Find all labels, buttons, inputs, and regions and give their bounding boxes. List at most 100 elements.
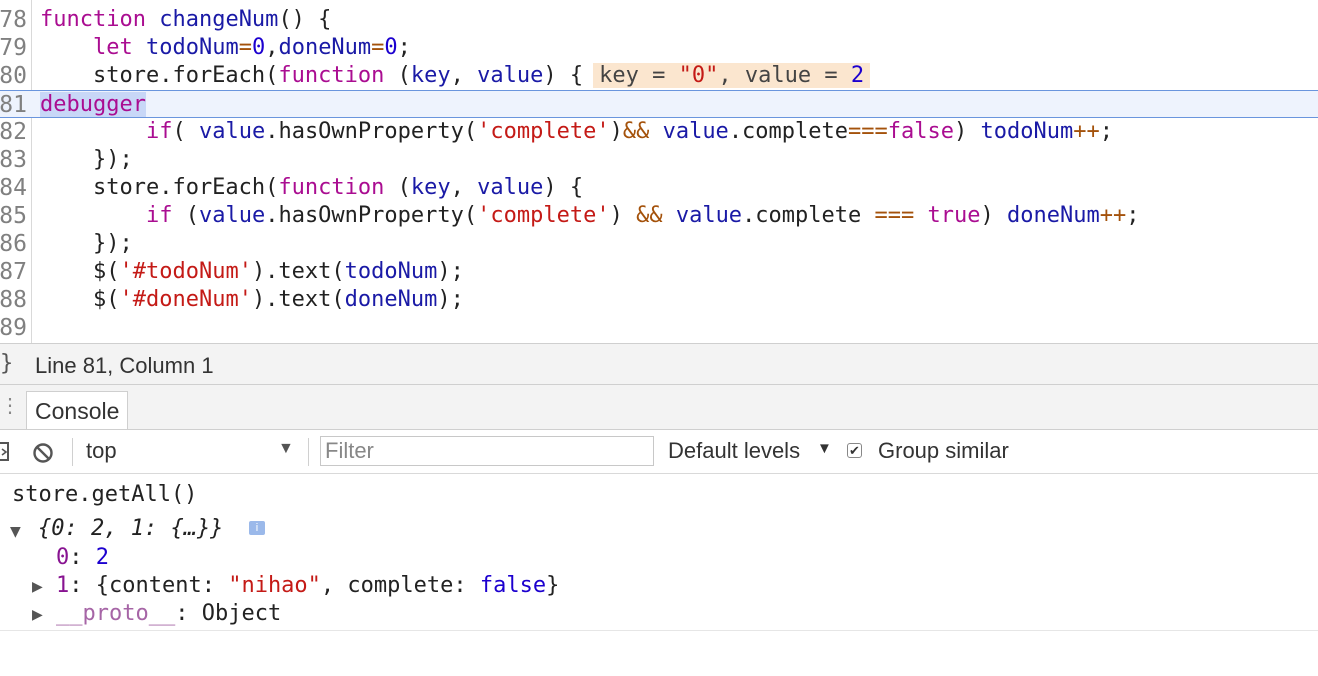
filter-input[interactable]: Filter xyxy=(320,436,654,466)
property-colon: : xyxy=(69,573,96,598)
line-code: function changeNum() { xyxy=(40,6,331,34)
group-similar-checkbox[interactable]: ✔ xyxy=(847,443,862,458)
code-line[interactable]: 78 function changeNum() { xyxy=(0,6,1318,34)
line-code: store.forEach(function (key, value) {key… xyxy=(40,62,871,90)
code-token: , xyxy=(450,175,478,200)
code-token: ; xyxy=(1099,119,1113,144)
object-preview-close: } xyxy=(546,573,560,598)
code-line[interactable]: 85 if (value.hasOwnProperty('complete') … xyxy=(0,202,1318,230)
line-number[interactable]: 87 xyxy=(0,258,27,286)
code-token: ) xyxy=(609,203,637,228)
sidebar-toggle-icon[interactable] xyxy=(0,442,10,467)
complete-value: false xyxy=(479,573,547,598)
code-token: 'complete' xyxy=(477,203,610,228)
object-preview-open: {content: xyxy=(95,573,229,598)
inline-variable-values: key = "0", value = 2 xyxy=(593,63,871,88)
levels-dropdown-arrow-icon[interactable]: ▼ xyxy=(817,440,832,457)
context-dropdown-arrow-icon[interactable]: ▼ xyxy=(278,440,294,458)
code-token: let xyxy=(92,35,133,60)
code-line[interactable]: 83 }); xyxy=(0,146,1318,174)
code-token: }); xyxy=(40,231,133,256)
code-token: if xyxy=(145,203,173,228)
code-token: changeNum xyxy=(159,7,279,32)
code-token: doneNum xyxy=(1007,203,1100,228)
code-line[interactable]: 82 if( value.hasOwnProperty('complete')&… xyxy=(0,118,1318,146)
code-line[interactable]: 89 xyxy=(0,314,1318,342)
cursor-position: Line 81, Column 1 xyxy=(35,353,214,378)
pretty-print-brace-icon[interactable]: } xyxy=(0,351,13,376)
inline-value-part: 2 xyxy=(850,63,865,88)
line-code: if( value.hasOwnProperty('complete')&& v… xyxy=(40,118,1113,146)
line-number[interactable]: 88 xyxy=(0,286,27,314)
object-preview-mid: , complete: xyxy=(320,573,480,598)
property-key: __proto__ xyxy=(56,601,176,626)
line-number[interactable]: 86 xyxy=(0,230,27,258)
code-line[interactable]: 88 $('#doneNum').text(doneNum); xyxy=(0,286,1318,314)
line-number[interactable]: 78 xyxy=(0,6,27,34)
code-token: false xyxy=(887,119,955,144)
code-token: todoNum xyxy=(980,119,1074,144)
property-value: Object xyxy=(201,601,282,626)
line-number[interactable]: 85 xyxy=(0,202,27,230)
code-line[interactable]: 86 }); xyxy=(0,230,1318,258)
property-value: 2 xyxy=(95,545,109,570)
inline-value-part: key = xyxy=(599,63,679,88)
info-icon[interactable]: i xyxy=(249,521,265,535)
code-token: value xyxy=(477,175,544,200)
code-token: .hasOwnProperty( xyxy=(265,119,478,144)
code-token: , xyxy=(450,63,478,88)
code-token: = xyxy=(371,35,385,60)
code-token: ( xyxy=(172,119,199,144)
code-line[interactable]: 79 let todoNum=0,doneNum=0; xyxy=(0,34,1318,62)
line-number[interactable]: 80 xyxy=(0,62,27,90)
clear-console-icon[interactable] xyxy=(32,442,54,469)
code-token: ; xyxy=(397,35,411,60)
expand-property-icon[interactable]: ▶ xyxy=(32,579,43,595)
line-number[interactable]: 83 xyxy=(0,146,27,174)
code-token: }); xyxy=(40,147,133,172)
code-token: ); xyxy=(437,287,464,312)
code-token: 'complete' xyxy=(477,119,610,144)
code-token: .hasOwnProperty( xyxy=(265,203,478,228)
code-line[interactable]: 84 store.forEach(function (key, value) { xyxy=(0,174,1318,202)
toolbar-divider xyxy=(308,438,309,466)
line-number[interactable]: 81 xyxy=(0,91,27,119)
line-number[interactable]: 89 xyxy=(0,314,27,342)
code-token: ) xyxy=(954,119,981,144)
line-number[interactable]: 79 xyxy=(0,34,27,62)
line-code: debugger xyxy=(40,91,146,119)
expand-object-icon[interactable]: ▼ xyxy=(10,524,21,540)
code-token: = xyxy=(238,35,252,60)
property-colon: : xyxy=(175,601,202,626)
execution-context-select[interactable]: top xyxy=(86,438,117,464)
code-token: && xyxy=(622,119,650,144)
code-token: value xyxy=(198,203,266,228)
code-token: doneNum xyxy=(344,287,438,312)
tab-console[interactable]: Console xyxy=(26,391,129,429)
expand-proto-icon[interactable]: ▶ xyxy=(32,607,43,623)
group-similar-label: Group similar xyxy=(878,438,1009,463)
line-number[interactable]: 84 xyxy=(0,174,27,202)
drawer-menu-icon[interactable]: ⋮ xyxy=(0,393,20,418)
console-toolbar: top ▼ Filter Default levels ▼ ✔ Group si… xyxy=(0,430,1318,474)
property-row: 0: 2 xyxy=(56,545,109,570)
object-summary[interactable]: {0: 2, 1: {…}} xyxy=(38,516,223,541)
code-token: value xyxy=(662,119,729,144)
property-row[interactable]: 1: {content: "nihao", complete: false} xyxy=(56,573,559,598)
property-row[interactable]: __proto__: Object xyxy=(56,601,281,626)
code-token: function xyxy=(40,7,146,32)
code-line[interactable]: 87 $('#todoNum').text(todoNum); xyxy=(0,258,1318,286)
log-levels-dropdown[interactable]: Default levels xyxy=(668,438,800,464)
code-token: () { xyxy=(278,7,332,32)
code-line[interactable]: 81 debugger xyxy=(0,90,1318,118)
inline-value-part: "0" xyxy=(678,63,719,88)
inline-value-part: , value = xyxy=(718,63,851,88)
source-editor[interactable]: 78 function changeNum() {79 let todoNum=0… xyxy=(0,0,1318,343)
code-line[interactable]: 80 store.forEach(function (key, value) {… xyxy=(0,62,1318,90)
code-token: ) xyxy=(609,119,623,144)
line-number[interactable]: 82 xyxy=(0,118,27,146)
code-token: ) { xyxy=(543,175,584,200)
